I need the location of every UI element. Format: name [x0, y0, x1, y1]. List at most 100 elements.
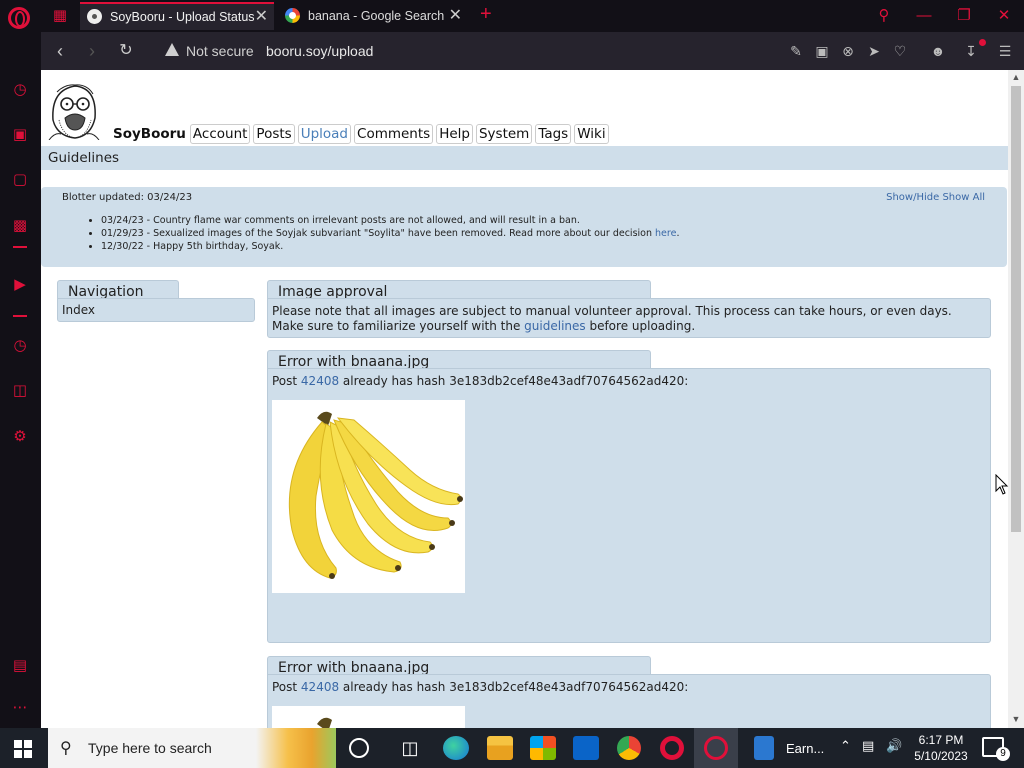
twitch-icon[interactable]: ▢ [10, 170, 30, 190]
mouse-pointer-icon [995, 474, 1009, 495]
more-icon[interactable]: ⋯ [10, 698, 30, 718]
tab-soybooru-upload[interactable]: SoyBooru - Upload Status ✕ [80, 2, 274, 30]
opera-gx-icon [704, 736, 728, 760]
blotter: Blotter updated: 03/24/23 Show/Hide Show… [41, 187, 1007, 267]
file-explorer-icon[interactable] [487, 736, 513, 760]
restore-icon[interactable]: ❐ [950, 4, 978, 28]
taskbar-search-box[interactable]: ⚲ Type here to search [48, 728, 336, 768]
blotter-entry: 12/30/22 - Happy 5th birthday, Soyak. [101, 240, 679, 253]
system-clock[interactable]: 6:17 PM 5/10/2023 [910, 732, 972, 764]
account-icon[interactable]: ☻ [929, 42, 947, 60]
gx-corner-icon[interactable]: ▩ [10, 216, 30, 236]
mail-icon[interactable] [573, 736, 599, 760]
history-icon[interactable]: ◷ [10, 336, 30, 356]
menu-posts[interactable]: Posts [253, 124, 295, 144]
opera-logo-icon[interactable] [8, 7, 30, 29]
clock-date: 5/10/2023 [914, 749, 968, 763]
bag-icon[interactable]: ▣ [10, 125, 30, 145]
taskbar-app-label[interactable]: Earn... [786, 741, 824, 756]
microsoft-store-icon[interactable] [530, 736, 556, 760]
opera-gx-taskbar-app[interactable] [694, 728, 738, 768]
error-panel: Post 42408 already has hash 3e183db2cef4… [267, 368, 991, 643]
back-icon[interactable]: ‹ [49, 40, 71, 62]
browser-sidebar: ◷ ▣ ▢ ▩ ▶ ◷ ◫ ⚙ ▤ ⋯ [0, 32, 41, 728]
banana-thumbnail-image[interactable] [272, 400, 465, 593]
download-icon[interactable]: ↧ [962, 42, 980, 60]
section-title-guidelines[interactable]: Guidelines [41, 146, 1008, 170]
send-icon[interactable]: ➤ [865, 42, 883, 60]
error-panel: Post 42408 already has hash 3e183db2cef4… [267, 674, 991, 728]
search-tabs-icon[interactable]: ⚲ [870, 4, 898, 28]
task-view-icon[interactable]: ◫ [397, 736, 423, 760]
approval-line-2: Make sure to familiarize yourself with t… [272, 319, 696, 333]
opera-icon[interactable] [660, 736, 684, 760]
network-icon[interactable]: ▤ [862, 738, 874, 754]
speed-dial-icon[interactable]: ◷ [10, 80, 30, 100]
blotter-entries: 03/24/23 - Country flame war comments on… [101, 214, 679, 253]
page-scrollbar[interactable]: ▲ ▼ [1008, 70, 1024, 728]
sidebar-separator [13, 315, 27, 317]
navigation-panel: Index [57, 298, 255, 322]
error-message: Post 42408 already has hash 3e183db2cef4… [272, 374, 689, 388]
post-link[interactable]: 42408 [301, 374, 339, 388]
clock-time: 6:17 PM [918, 733, 964, 747]
reload-icon[interactable]: ↻ [115, 40, 137, 62]
menu-tags[interactable]: Tags [535, 124, 572, 144]
player-icon[interactable]: ▶ [10, 275, 30, 295]
show-hidden-icons-icon[interactable]: ⌃ [840, 738, 851, 754]
menu-wiki[interactable]: Wiki [574, 124, 609, 144]
menu-upload[interactable]: Upload [297, 124, 352, 144]
nav-index-link[interactable]: Index [62, 303, 95, 318]
scrollbar-thumb[interactable] [1011, 86, 1021, 532]
document-icon[interactable] [754, 736, 774, 760]
error-message: Post 42408 already has hash 3e183db2cef4… [272, 680, 689, 694]
edge-icon[interactable] [443, 736, 469, 760]
close-tab-icon[interactable]: ✕ [255, 4, 268, 30]
windows-start-icon[interactable] [14, 740, 32, 758]
settings-gear-icon[interactable]: ⚙ [10, 427, 30, 447]
chrome-icon[interactable] [617, 736, 641, 760]
close-tab-icon[interactable]: ✕ [449, 2, 462, 30]
forward-icon[interactable]: › [81, 40, 103, 62]
windows-taskbar: ⚲ Type here to search ◫ Earn... ⌃ ▤ 🔊 6:… [0, 728, 1024, 768]
tab-title: banana - Google Search [308, 9, 445, 23]
not-secure-warning-icon[interactable] [165, 43, 179, 56]
menu-system[interactable]: System [475, 124, 533, 144]
blotter-here-link[interactable]: here [655, 228, 676, 239]
new-tab-icon[interactable]: + [480, 3, 492, 25]
banana-picture [288, 411, 463, 579]
cortana-icon[interactable] [349, 738, 369, 758]
gx-control-icon[interactable]: ▦ [50, 6, 70, 26]
wallpaper-icon[interactable]: ▤ [10, 656, 30, 676]
banana-thumbnail-image[interactable] [272, 706, 465, 728]
heart-icon[interactable]: ♡ [891, 42, 909, 60]
menu-icon[interactable]: ☰ [996, 42, 1014, 60]
blotter-show-hide-link[interactable]: Show/Hide Show All [886, 192, 985, 203]
soybooru-logo[interactable] [45, 80, 103, 140]
image-approval-panel: Please note that all images are subject … [267, 298, 991, 338]
site-name[interactable]: SoyBooru [113, 126, 186, 142]
notification-center-icon[interactable]: 9 [982, 737, 1010, 761]
url-field[interactable]: booru.soy/upload [266, 43, 373, 59]
post-link[interactable]: 42408 [301, 680, 339, 694]
minimize-icon[interactable]: — [910, 4, 938, 28]
tab-title: SoyBooru - Upload Status [110, 10, 255, 24]
tab-google-search[interactable]: banana - Google Search ✕ [278, 2, 468, 30]
close-window-icon[interactable]: ✕ [990, 4, 1018, 28]
blotter-entry: 03/24/23 - Country flame war comments on… [101, 214, 679, 227]
menu-account[interactable]: Account [189, 124, 251, 144]
menu-comments[interactable]: Comments [354, 124, 434, 144]
blotter-entry: 01/29/23 - Sexualized images of the Soyj… [101, 227, 679, 240]
menu-help[interactable]: Help [436, 124, 473, 144]
guidelines-link[interactable]: guidelines [524, 319, 585, 333]
volume-icon[interactable]: 🔊 [886, 738, 902, 754]
block-ads-icon[interactable]: ⊗ [839, 42, 857, 60]
security-label[interactable]: Not secure [186, 43, 254, 59]
search-highlight-image [256, 728, 336, 768]
approval-line-1: Please note that all images are subject … [272, 304, 952, 318]
snapshot-edit-icon[interactable]: ✎ [787, 42, 805, 60]
camera-icon[interactable]: ▣ [813, 42, 831, 60]
scroll-up-icon[interactable]: ▲ [1011, 72, 1021, 82]
extensions-cube-icon[interactable]: ◫ [10, 381, 30, 401]
scroll-down-icon[interactable]: ▼ [1011, 714, 1021, 724]
